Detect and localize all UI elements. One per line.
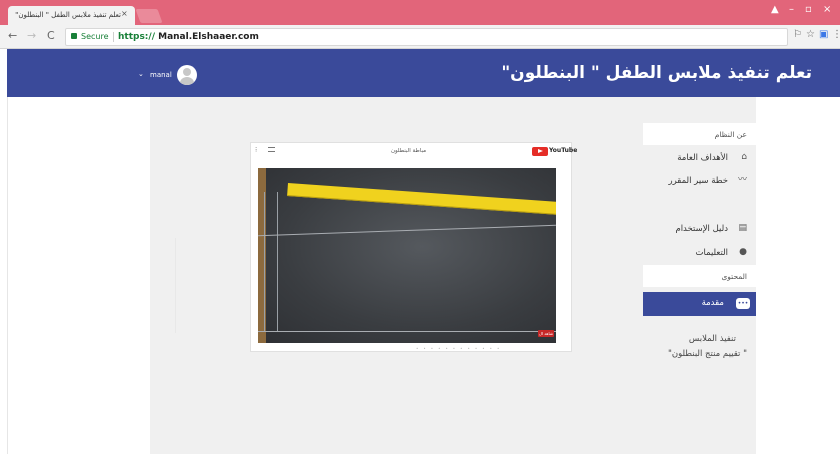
sidebar-section-label: المحتوى (721, 272, 747, 281)
new-tab-button[interactable] (135, 9, 163, 23)
sidebar-item-introduction[interactable]: ••• مقدمة (643, 292, 756, 316)
video-player[interactable]: ⁝ مباطة البنطلون YouTube ⋮ شاهد ال •••••… (250, 142, 577, 352)
url-scheme: https:// (118, 32, 155, 42)
address-bar[interactable]: Secure https:// Manal.Elshaaer.com (65, 28, 788, 46)
extension-icon[interactable]: ▣ (819, 30, 828, 40)
page-title: تعلم تنفيذ ملابس الطفل " البنطلون" (501, 63, 812, 83)
sidebar-item-label: الأهداف العامة (677, 153, 728, 163)
sidebar-item-instructions[interactable]: ● التعليمات (643, 244, 756, 264)
sidebar-item-user-guide[interactable]: ▤ دليل الإستخدام (643, 220, 756, 240)
video-thread (258, 331, 556, 332)
document-icon: ▤ (738, 223, 747, 233)
chevron-down-icon[interactable]: ⌄ (138, 70, 144, 78)
watch-badge[interactable]: شاهد ال (538, 330, 554, 337)
user-name[interactable]: manal (150, 71, 172, 79)
video-title[interactable]: مباطة البنطلون (391, 148, 426, 154)
chat-icon: ••• (736, 298, 750, 309)
tag-icon: ⌂ (741, 152, 747, 162)
translate-icon[interactable]: ⚐ (793, 30, 802, 40)
maximize-icon[interactable]: ▫ (805, 5, 812, 15)
sidebar-item-label: مقدمة (701, 298, 724, 308)
secure-label: Secure (81, 32, 109, 41)
divider (175, 238, 176, 333)
trend-icon: 〰 (737, 175, 747, 185)
sidebar-item-label: دليل الإستخدام (675, 224, 728, 234)
minimize-icon[interactable]: – (789, 5, 794, 15)
browser-tab[interactable]: تعلم تنفيذ ملابس الطفل " البنطلون" (8, 6, 135, 25)
video-title-bar: ⁝ مباطة البنطلون YouTube ⋮ (251, 143, 577, 165)
video-chevron-icon[interactable]: ⁝ (255, 146, 257, 154)
browser-toolbar: ← → C Secure https:// Manal.Elshaaer.com… (0, 25, 840, 49)
tab-title: تعلم تنفيذ ملابس الطفل " البنطلون" (15, 11, 121, 19)
info-icon: ● (739, 247, 747, 257)
avatar[interactable] (177, 65, 197, 85)
url-text: https:// Manal.Elshaaer.com (118, 29, 259, 45)
more-options-icon[interactable]: ⋮ (568, 146, 575, 154)
video-frame[interactable]: شاهد ال (258, 168, 556, 343)
sidebar-item-label: التعليمات (695, 248, 728, 258)
url-divider (113, 32, 114, 42)
forward-icon[interactable]: → (27, 30, 36, 41)
sidebar-item-course-plan[interactable]: 〰 خطة سير المقرر (643, 172, 756, 192)
playlist-icon[interactable] (268, 147, 275, 152)
video-progress-dots: •••••••••••• (416, 346, 505, 351)
youtube-logo-icon[interactable] (532, 147, 548, 156)
sidebar-item-label: خطة سير المقرر (668, 176, 728, 186)
site-header: ⌄ manal تعلم تنفيذ ملابس الطفل " البنطلو… (7, 49, 840, 97)
video-glass (264, 192, 278, 332)
bookmark-star-icon[interactable]: ☆ (806, 30, 815, 40)
sidebar-note-line: تنفيذ الملابس (688, 334, 736, 344)
reload-icon[interactable]: C (47, 30, 55, 41)
sidebar-note-line: " تقييم منتج البنطلون" (667, 349, 747, 359)
sidebar-item-goals[interactable]: ⌂ الأهداف العامة (643, 149, 756, 169)
left-panel (7, 97, 150, 454)
tab-close-icon[interactable]: × (121, 10, 128, 18)
right-margin (756, 97, 840, 454)
sidebar-section-content: المحتوى (643, 265, 756, 287)
profile-icon[interactable]: ▲ (771, 5, 779, 15)
close-window-icon[interactable]: × (823, 5, 831, 15)
back-icon[interactable]: ← (8, 30, 17, 41)
lock-icon (71, 33, 77, 39)
sidebar-section-about: عن النظام (643, 123, 756, 145)
browser-menu-icon[interactable]: ⋮ (832, 30, 840, 40)
url-host: Manal.Elshaaer.com (154, 32, 259, 42)
browser-tab-strip: تعلم تنفيذ ملابس الطفل " البنطلون" × ▲ –… (0, 0, 840, 25)
sidebar-section-label: عن النظام (714, 130, 747, 139)
